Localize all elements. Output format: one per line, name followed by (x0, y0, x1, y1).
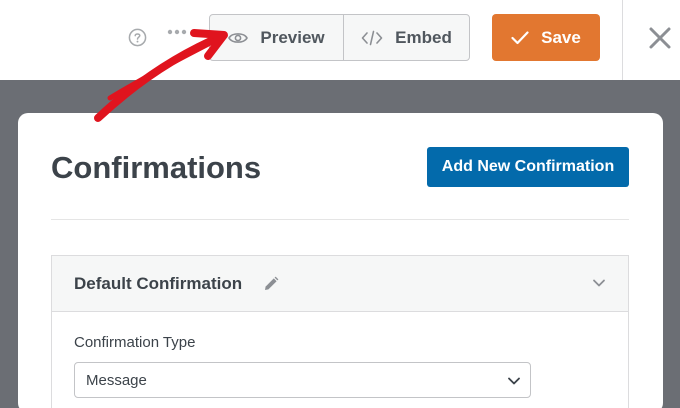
pencil-icon[interactable] (263, 276, 279, 292)
confirmation-type-select[interactable]: Message (74, 362, 531, 398)
preview-label: Preview (260, 27, 325, 47)
help-circle-icon[interactable] (128, 28, 147, 47)
more-dots-icon[interactable] (167, 28, 187, 36)
checkmark-icon (511, 30, 529, 44)
page-title: Confirmations (51, 150, 262, 185)
chevron-down-icon (508, 377, 520, 385)
code-icon (361, 30, 383, 45)
select-value: Message (86, 372, 147, 389)
confirmation-type-label: Confirmation Type (74, 334, 196, 351)
builder-toolbar: Preview Embed Save (0, 0, 680, 80)
preview-button[interactable]: Preview (210, 15, 344, 60)
confirmation-header[interactable]: Default Confirmation (52, 256, 628, 312)
section-divider (51, 219, 629, 220)
confirmation-title: Default Confirmation (74, 274, 243, 293)
eye-icon (228, 32, 249, 43)
chevron-down-icon[interactable] (592, 276, 606, 290)
preview-embed-group: Preview Embed (209, 14, 470, 61)
save-label: Save (541, 27, 581, 47)
save-button[interactable]: Save (492, 14, 600, 61)
confirmation-block: Default Confirmation Confirmation Type M… (51, 255, 629, 408)
add-new-confirmation-button[interactable]: Add New Confirmation (427, 147, 629, 187)
toolbar-divider (622, 0, 623, 80)
embed-button[interactable]: Embed (344, 15, 469, 60)
confirmations-panel: Confirmations Add New Confirmation Defau… (18, 113, 663, 408)
close-icon[interactable] (648, 26, 672, 50)
embed-label: Embed (395, 27, 452, 47)
